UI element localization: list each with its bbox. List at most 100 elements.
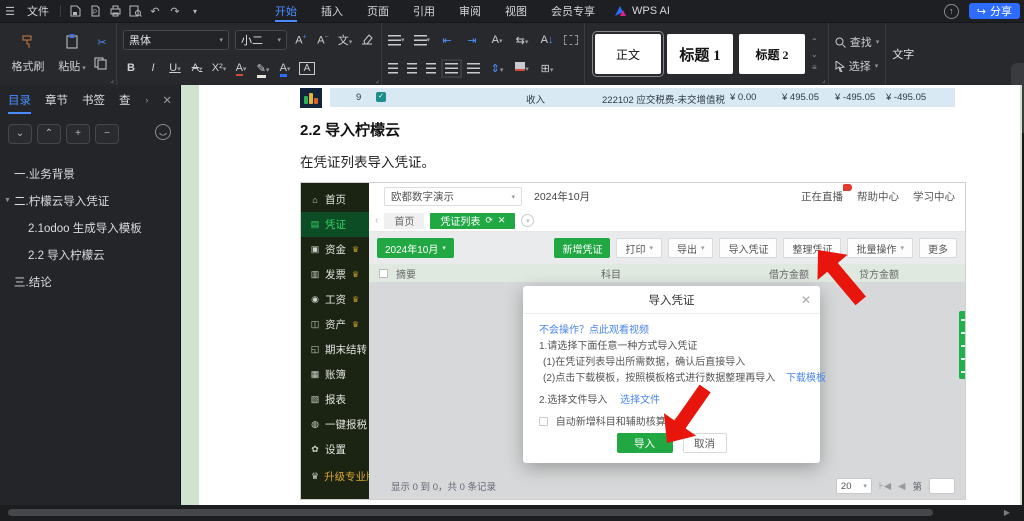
styles-scroll-up-icon[interactable]: ⌃ <box>811 37 818 46</box>
increase-indent-icon[interactable]: ⇥ <box>464 34 480 47</box>
wrap-icon[interactable]: ⇆▾ <box>514 34 530 47</box>
prev-page-icon[interactable]: ◀ <box>898 481 905 492</box>
export-button[interactable]: 导出 ▾ <box>667 238 714 258</box>
toc-expand-all-button[interactable]: + <box>66 123 90 144</box>
share-button[interactable]: ↪ 分享 <box>968 3 1020 19</box>
learning-center-link[interactable]: 学习中心 <box>913 189 955 204</box>
font-color-button[interactable]: A▾ <box>277 62 293 77</box>
scroll-right-icon[interactable]: ▶ <box>1004 508 1010 517</box>
collapse-triangle-icon[interactable]: ▼ <box>4 197 11 204</box>
tab-page[interactable]: 页面 <box>355 0 401 22</box>
tab-view[interactable]: 视图 <box>493 0 539 22</box>
toc-close-icon[interactable]: ✕ <box>162 93 172 107</box>
copy-icon[interactable] <box>94 57 110 73</box>
redo-icon[interactable]: ↷ <box>165 0 185 22</box>
sidebar-item-assets[interactable]: ◫ 资产 ♛ <box>301 312 369 337</box>
auto-add-checkbox[interactable] <box>539 417 548 426</box>
cut-icon[interactable]: ✂ <box>94 36 110 49</box>
dialog-launcher-icon[interactable]: ⌟ <box>375 75 379 84</box>
print-button[interactable]: 打印 ▾ <box>616 238 662 258</box>
increase-font-icon[interactable]: A+ <box>293 34 309 47</box>
styles-expand-icon[interactable]: ≡ <box>811 63 818 72</box>
tab-insert[interactable]: 插入 <box>309 0 355 22</box>
sidebar-item-settings[interactable]: ✿ 设置 <box>301 437 369 462</box>
find-button[interactable]: 查找 ▾ <box>835 34 879 50</box>
bullet-list-icon[interactable]: ▾ <box>388 34 405 46</box>
app-tab-voucher-list[interactable]: 凭证列表 ⟳ ✕ <box>430 212 516 229</box>
toc-item[interactable]: ▼ 二.柠檬云导入凭证 <box>0 187 180 214</box>
toc-item[interactable]: 一.业务背景 <box>0 160 180 187</box>
toc-tab-bookmark[interactable]: 书签 <box>82 92 105 108</box>
toc-item[interactable]: 2.2 导入柠檬云 <box>0 241 180 268</box>
first-page-icon[interactable]: ⊦◀ <box>879 481 891 492</box>
toc-prev-heading-button[interactable]: ⌃ <box>37 123 61 144</box>
help-center-link[interactable]: 帮助中心 <box>857 189 899 204</box>
cloud-upload-icon[interactable]: ↑ <box>943 3 959 19</box>
sidebar-item-funds[interactable]: ▣ 资金 ♛ <box>301 237 369 262</box>
side-float-tab[interactable] <box>959 311 965 379</box>
select-all-checkbox[interactable] <box>379 268 388 278</box>
wps-ai-menu[interactable]: WPS AI <box>607 0 677 22</box>
phonetic-guide-icon[interactable]: 文▾ <box>337 32 353 48</box>
align-center-icon[interactable] <box>407 62 417 74</box>
import-voucher-button[interactable]: 导入凭证 <box>719 238 778 258</box>
select-button[interactable]: 选择 ▾ <box>835 58 880 74</box>
sidebar-item-invoice[interactable]: ▥ 发票 ♛ <box>301 262 369 287</box>
tab-member[interactable]: 会员专享 <box>539 0 607 22</box>
dialog-launcher-icon[interactable]: ⌟ <box>822 75 826 84</box>
batch-operation-button[interactable]: 批量操作 ▾ <box>847 238 913 258</box>
sidebar-item-closing[interactable]: ◱ 期末结转 <box>301 337 369 362</box>
more-button[interactable]: 更多 <box>919 238 957 258</box>
app-tab-home[interactable]: 首页 <box>384 212 425 229</box>
document-page[interactable]: 9 ✓ 收入 222102 应交税费-未交增值税 ¥ 0.00 ¥ 495.05… <box>199 85 1020 505</box>
sidebar-item-voucher[interactable]: ▤ 凭证 <box>301 212 369 237</box>
sidebar-item-salary[interactable]: ◉ 工资 ♛ <box>301 287 369 312</box>
dialog-launcher-icon[interactable]: ⌟ <box>110 75 114 84</box>
tab-reference[interactable]: 引用 <box>401 0 447 22</box>
modal-close-icon[interactable]: ✕ <box>801 293 811 307</box>
close-tab-icon[interactable]: ✕ <box>498 215 506 226</box>
line-spacing-icon[interactable]: ⇕▾ <box>489 62 505 75</box>
align-left-icon[interactable] <box>388 62 398 74</box>
export-pdf-icon[interactable]: P <box>85 0 105 22</box>
text-tool-button[interactable]: 文字 <box>892 46 914 62</box>
font-name-select[interactable]: 黑体 ▾ <box>123 30 229 50</box>
numbered-list-icon[interactable]: ▾ <box>413 34 430 46</box>
char-border-button[interactable]: A <box>299 61 315 75</box>
style-heading2[interactable]: 标题 2 <box>739 34 806 74</box>
toc-tab-catalog[interactable]: 目录 <box>8 92 31 114</box>
styles-scroll-down-icon[interactable]: ⌄ <box>811 50 818 59</box>
tab-review[interactable]: 审阅 <box>447 0 493 22</box>
page-number-input[interactable] <box>929 478 955 494</box>
tab-home[interactable]: 开始 <box>263 0 309 22</box>
print-icon[interactable] <box>105 0 125 22</box>
toc-tab-find[interactable]: 查找 <box>119 92 131 108</box>
sort-icon[interactable]: A↓ <box>539 34 555 46</box>
decrease-indent-icon[interactable]: ⇤ <box>439 34 455 47</box>
char-effect-button[interactable]: A▾ <box>233 62 249 76</box>
decrease-font-icon[interactable]: A− <box>315 34 331 47</box>
toc-item[interactable]: 三.结论 <box>0 268 180 295</box>
format-painter-button[interactable]: 格式刷 <box>6 26 50 82</box>
sidebar-item-upgrade[interactable]: ♛ 升级专业版 <box>301 464 377 489</box>
choose-file-link[interactable]: 选择文件 <box>620 395 660 406</box>
main-menu-icon[interactable]: ☰ <box>0 0 20 22</box>
toc-collapse-all-button[interactable]: − <box>95 123 119 144</box>
save-icon[interactable] <box>65 0 85 22</box>
live-link[interactable]: 正在直播 <box>801 184 852 204</box>
page-size-select[interactable]: 20 ▾ <box>835 478 872 494</box>
sidebar-item-home[interactable]: ⌂ 首页 <box>301 187 369 212</box>
highlight-button[interactable]: ✎▾ <box>255 62 271 78</box>
text-direction-icon[interactable]: A▾ <box>489 34 505 46</box>
paste-button[interactable]: 粘贴 ▾ <box>50 26 94 82</box>
strikethrough-button[interactable]: A▾ <box>189 62 205 74</box>
borders-icon[interactable]: ⊞▾ <box>539 62 555 75</box>
download-template-link[interactable]: 下载模板 <box>786 373 826 384</box>
period-filter-button[interactable]: 2024年10月 ▾ <box>377 238 454 258</box>
toc-tab-chapter[interactable]: 章节 <box>45 92 68 108</box>
quickbar-more-icon[interactable]: ▾ <box>185 0 205 22</box>
frame-icon[interactable] <box>564 35 579 45</box>
scrollbar-thumb[interactable] <box>8 509 933 516</box>
clear-format-icon[interactable] <box>359 33 375 48</box>
style-heading1[interactable]: 标题 1 <box>667 34 734 74</box>
